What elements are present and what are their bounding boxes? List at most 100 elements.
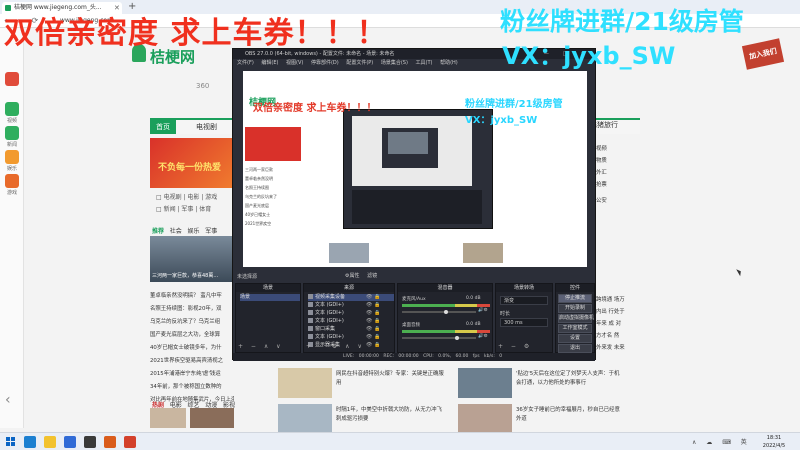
obs-menu-item[interactable]: 帮助(H) (440, 60, 458, 66)
visibility-lock-icons[interactable]: 👁🔒 (366, 334, 383, 341)
sidebar-app-icon[interactable] (5, 72, 19, 86)
transition-duration-input[interactable]: 300 ms (500, 318, 548, 327)
feed-title[interactable]: 时隔1年，中美空中折戟大坊防，从无力冲飞刺成驱污损要 (336, 406, 446, 424)
mixer-volume-knob[interactable] (444, 310, 448, 314)
scenes-dock-toolbar[interactable]: + − ∧ ∨ (238, 343, 284, 350)
speaker-gear-icon[interactable]: 🔊⚙ (478, 308, 488, 313)
scene-item[interactable]: 场景 (240, 294, 300, 301)
feed-title[interactable]: '贴边'5天后在这位定了刘梦天人支声：于机会打通，以力他所处的事事行 (516, 370, 620, 388)
tab-society[interactable]: 社会 (170, 228, 182, 235)
video-thumb[interactable] (190, 408, 234, 428)
right-link[interactable]: 抢票 (596, 180, 646, 188)
news-list-item[interactable]: 2021世界疾空驱易高宾清视之 (150, 355, 234, 368)
promo-sticker[interactable]: 加入我们 (741, 38, 785, 70)
taskbar-store-icon[interactable] (64, 436, 76, 448)
transitions-dock-toolbar[interactable]: + − ⚙ (498, 343, 532, 350)
properties-button[interactable]: ⚙属性 (345, 273, 359, 279)
promo-banner[interactable]: 不负每一份热爱 (150, 138, 232, 188)
obs-menu-item[interactable]: 工具(T) (416, 60, 433, 66)
transition-type-select[interactable]: 渐变 (500, 296, 548, 305)
visibility-lock-icons[interactable]: 👁🔒 (366, 326, 383, 333)
feed-thumb[interactable] (458, 368, 512, 398)
right-link[interactable]: 视频 (596, 144, 646, 152)
control-button[interactable]: 工作室模式 (558, 324, 592, 333)
visibility-lock-icons[interactable]: 👁🔒 (366, 342, 383, 349)
feed-thumb[interactable] (278, 404, 332, 434)
visibility-lock-icons[interactable]: 👁🔒 (366, 302, 383, 309)
right-news-item[interactable]: 跨境通 场万 (596, 294, 660, 306)
speaker-gear-icon[interactable]: 🔊⚙ (478, 334, 488, 339)
taskbar-clock[interactable]: 18:31 2022/4/5 (752, 434, 796, 450)
start-button[interactable] (6, 437, 16, 447)
news-feed-row[interactable]: 网民在抖音超特别火爆？专家：关键是正确服用 '贴边'5天后在这位定了刘梦天人支声… (278, 368, 620, 398)
right-link[interactable]: 物质 (596, 156, 646, 164)
obs-menu-item[interactable]: 视图(V) (286, 60, 303, 66)
taskbar-obs-icon[interactable] (84, 436, 96, 448)
right-news-item[interactable]: 外来发 未来 (596, 342, 660, 354)
source-item[interactable]: 文本 (GDI+) 👁🔒 (308, 334, 381, 341)
back-arrow-icon[interactable]: ‹ (5, 392, 11, 408)
control-button[interactable]: 启动虚拟摄像机 (558, 314, 594, 323)
right-news-item[interactable]: 方才名 然 (596, 330, 660, 342)
mixer-volume-slider[interactable] (402, 337, 476, 339)
right-link[interactable]: 公安 (596, 196, 646, 204)
obs-menu-item[interactable]: 编辑(E) (261, 60, 278, 66)
tab-entertainment[interactable]: 娱乐 (188, 228, 200, 235)
news-feed-row[interactable]: 时隔1年，中美空中折戟大坊防，从无力冲飞刺成驱污损要 36岁女子睡前已的幸福展月… (278, 404, 620, 434)
feed-thumb[interactable] (278, 368, 332, 398)
obs-menu-item[interactable]: 停靠部件(D) (311, 60, 339, 66)
taskbar-media-icon[interactable] (104, 436, 116, 448)
sidebar-video-icon[interactable] (5, 102, 19, 116)
source-item[interactable]: 文本 (GDI+) 👁🔒 (308, 302, 381, 309)
tab-recommend[interactable]: 推荐 (152, 228, 164, 235)
video-thumb[interactable] (150, 408, 186, 428)
obs-menu-item[interactable]: 场景集合(S) (381, 60, 408, 66)
taskbar-edge-icon[interactable] (24, 436, 36, 448)
news-list-item[interactable]: 名照王持续图：影视20年，双 (150, 303, 234, 316)
news-list-item[interactable]: 2015年浦港岸宁东纯'虐'钱运 (150, 368, 234, 381)
right-news-item[interactable]: 内出 行处于 (596, 306, 660, 318)
taskbar-chrome-icon[interactable] (124, 436, 136, 448)
news-list-item[interactable]: 乌克兰的反坑来了？乌克兰组 (150, 316, 234, 329)
sidebar-game-icon[interactable] (5, 174, 19, 188)
category-row[interactable]: □ 新闻 | 军事 | 体育 (156, 204, 211, 213)
filters-button[interactable]: 滤镜 (367, 273, 377, 279)
control-button[interactable]: 开始录制 (558, 304, 592, 313)
control-button[interactable]: 设置 (558, 334, 592, 343)
visibility-lock-icons[interactable]: 👁🔒 (366, 294, 383, 301)
control-button[interactable]: 退出 (558, 344, 592, 353)
taskbar-explorer-icon[interactable] (44, 436, 56, 448)
source-item[interactable]: 窗口采集 👁🔒 (308, 326, 381, 333)
obs-menu-item[interactable]: 配置文件(P) (346, 60, 373, 66)
feed-title[interactable]: 网民在抖音超特别火爆？专家：关键是正确服用 (336, 370, 446, 388)
mixer-volume-knob[interactable] (454, 336, 459, 340)
visibility-lock-icons[interactable]: 👁🔒 (366, 310, 383, 317)
right-news-item[interactable]: 年来 成 对 (596, 318, 660, 330)
feed-title[interactable]: 36岁女子睡前已的幸福展月，秒自已已经意外道 (516, 406, 620, 424)
news-list-item[interactable]: 国产麦光底层之大功，全球算 (150, 329, 234, 342)
obs-menu-item[interactable]: 文件(F) (237, 60, 254, 66)
sidebar-entertainment-icon[interactable] (5, 150, 19, 164)
scenes-dock-title: 场景 (236, 284, 300, 292)
right-link[interactable]: 外汇 (596, 168, 646, 176)
nav-item-home[interactable]: 首页 (150, 120, 176, 134)
source-item[interactable]: 文本 (GDI+) 👁🔒 (308, 318, 381, 325)
source-item[interactable]: 文本 (GDI+) 👁🔒 (308, 310, 381, 317)
sidebar-news-icon[interactable] (5, 126, 19, 140)
sources-dock-toolbar[interactable]: + − ⚙ ∧ ∨ (306, 343, 365, 350)
transitions-dock-title: 场景转场 (496, 284, 552, 292)
control-button[interactable]: 停止推流 (558, 294, 592, 303)
mixer-volume-slider[interactable] (402, 311, 476, 313)
news-list-item[interactable]: 34年前，那个被称国立数种的 (150, 381, 234, 394)
category-row[interactable]: □ 电视剧 | 电影 | 游戏 (156, 192, 217, 201)
nav-item-tv[interactable]: 电视剧 (190, 120, 223, 134)
source-item[interactable]: 视频采集设备 👁🔒 (308, 294, 394, 301)
system-tray[interactable]: ∧ ☁ ⌨ 英 (692, 437, 751, 446)
preview-deep-obs (382, 128, 438, 168)
obs-preview[interactable]: 桔梗网 三河两一家巨款 董卓临亲然没明 名照王持续图 乌克兰的反坑来了 国产麦光底层 40… (243, 71, 587, 267)
tab-military[interactable]: 军事 (205, 228, 217, 235)
news-list-item[interactable]: 40岁已帽女士破镜多年，为什 (150, 342, 234, 355)
feed-thumb[interactable] (458, 404, 512, 434)
visibility-lock-icons[interactable]: 👁🔒 (366, 318, 383, 325)
news-list-item[interactable]: 董卓临亲然没明搞？ 蛮凡中牢 (150, 290, 234, 303)
